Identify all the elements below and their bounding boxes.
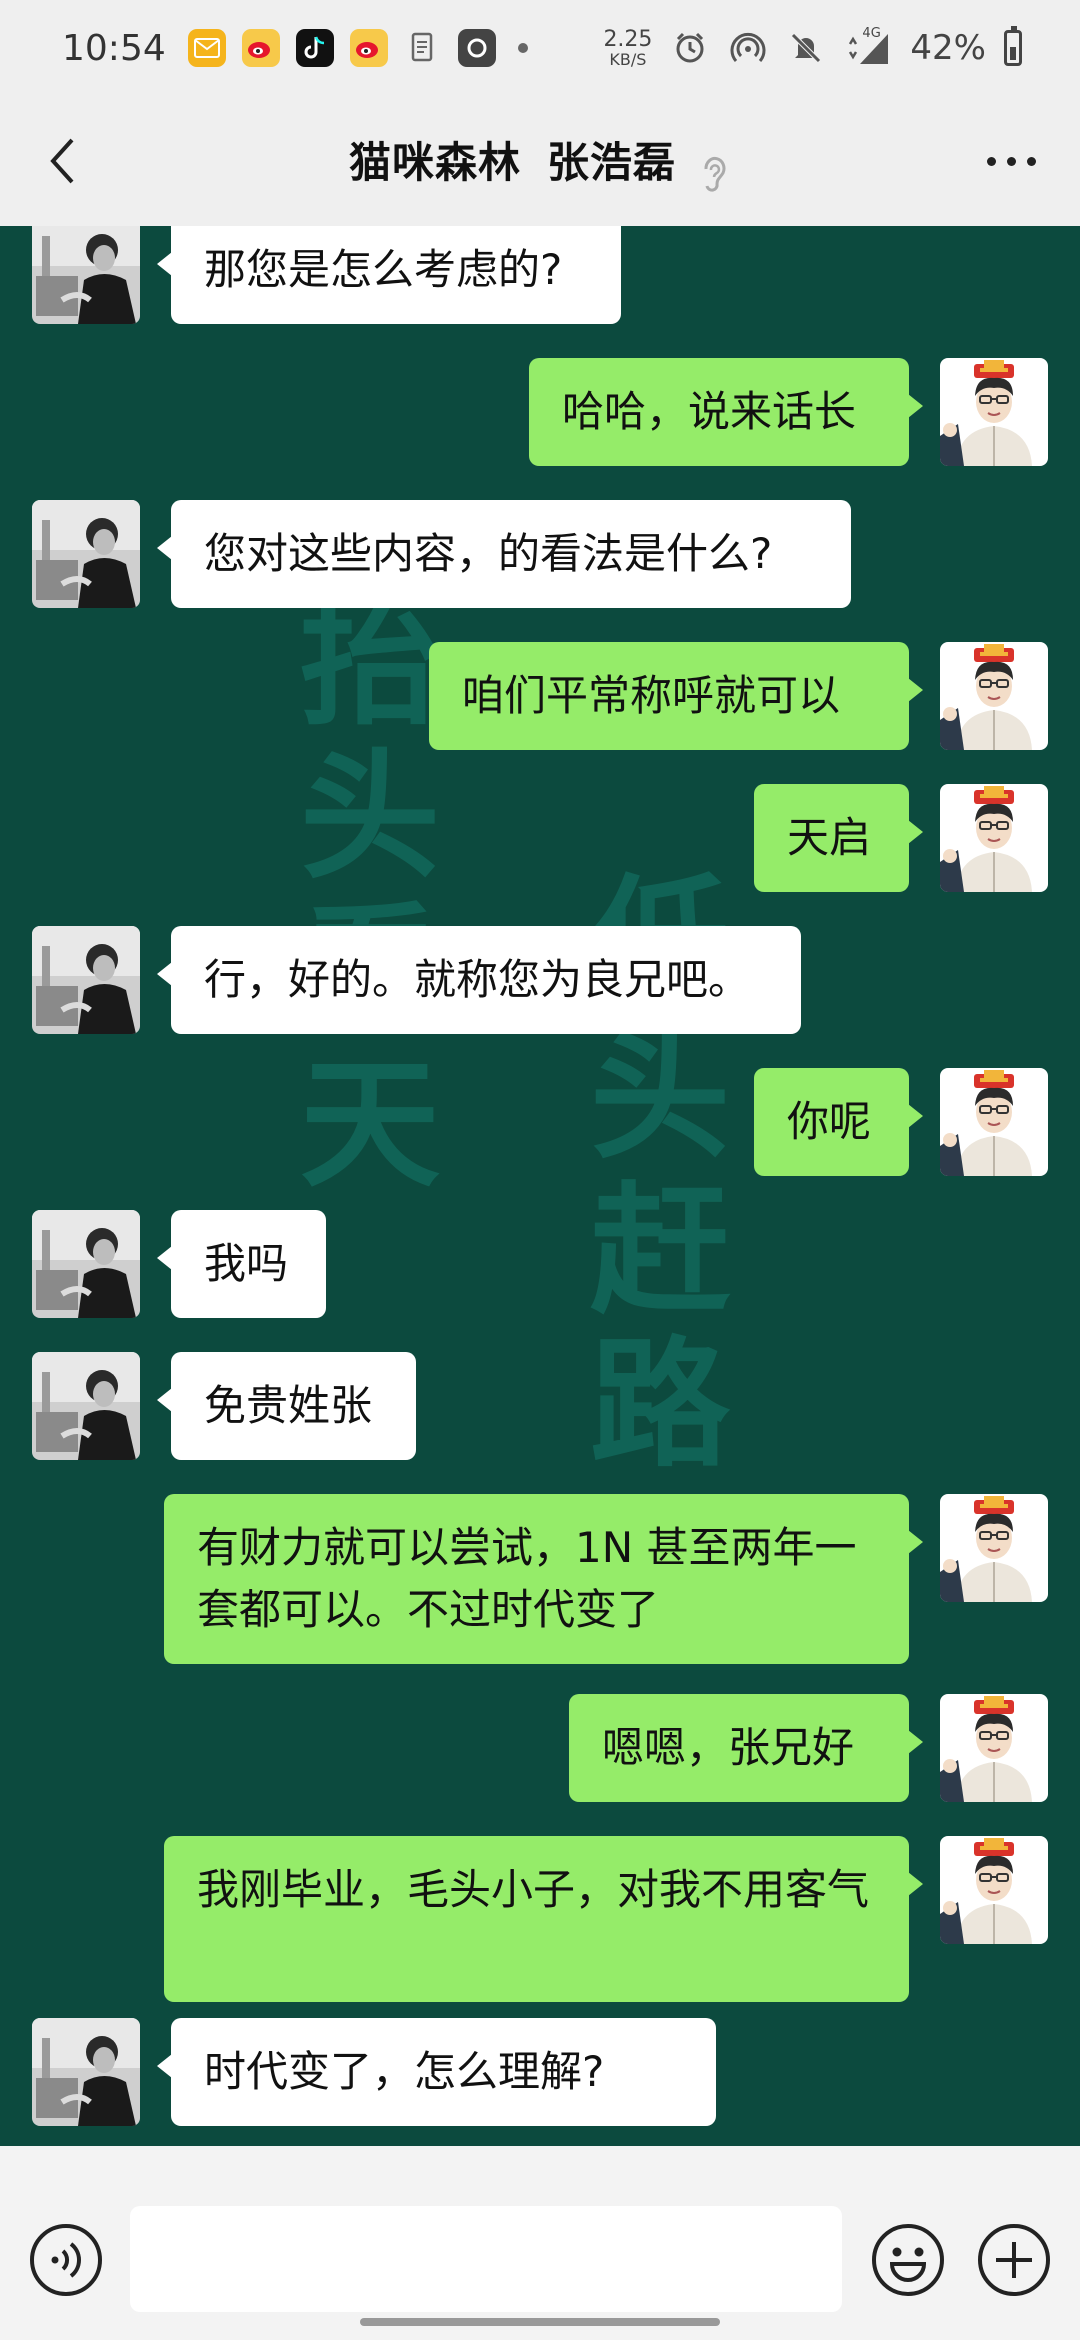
self-avatar[interactable] [940, 1068, 1048, 1176]
self-avatar[interactable] [940, 784, 1048, 892]
chat-title: 猫咪森林 张浩磊 [349, 129, 731, 193]
emoji-button[interactable] [870, 2222, 946, 2298]
message-row: 你呢 [0, 1068, 1080, 1176]
message-row: 免贵姓张 [0, 1352, 1080, 1460]
contact-avatar[interactable] [32, 226, 140, 324]
self-avatar[interactable] [940, 358, 1048, 466]
outgoing-message-bubble[interactable]: 哈哈，说来话长 [529, 358, 923, 466]
message-row: 行，好的。就称您为良兄吧。 [0, 926, 1080, 1034]
more-icon [986, 156, 996, 166]
message-row: 咱们平常称呼就可以 [0, 642, 1080, 750]
signal-icon: 4G [844, 26, 892, 68]
outgoing-message-bubble[interactable]: 有财力就可以尝试，1N 甚至两年一套都可以。不过时代变了 [164, 1494, 923, 1664]
tiktok-icon [295, 29, 334, 67]
message-row: 那您是怎么考虑的? [0, 226, 1080, 324]
contact-avatar[interactable] [32, 500, 140, 608]
weibo-icon [349, 29, 388, 67]
outgoing-message-bubble[interactable]: 嗯嗯，张兄好 [569, 1694, 923, 1802]
chat-header: 猫咪森林 张浩磊 [0, 96, 1080, 226]
incoming-message-bubble[interactable]: 我吗 [157, 1210, 326, 1318]
hotspot-icon [728, 28, 768, 68]
message-input[interactable] [130, 2206, 842, 2312]
back-button[interactable] [32, 131, 92, 191]
self-avatar[interactable] [940, 1694, 1048, 1802]
mail-icon [187, 29, 226, 67]
contact-avatar[interactable] [32, 1352, 140, 1460]
contact-name: 张浩磊 [546, 138, 676, 188]
outgoing-message-bubble[interactable]: 你呢 [754, 1068, 923, 1176]
alarm-icon [670, 28, 710, 68]
message-row: 哈哈，说来话长 [0, 358, 1080, 466]
status-time: 10:54 [62, 27, 166, 69]
message-row: 我吗 [0, 1210, 1080, 1318]
weibo-icon [241, 29, 280, 67]
voice-button[interactable] [28, 2222, 104, 2298]
self-avatar[interactable] [940, 642, 1048, 750]
net-speed: 2.25 KB/S [603, 26, 653, 69]
more-button[interactable] [976, 141, 1046, 181]
incoming-message-bubble[interactable]: 免贵姓张 [157, 1352, 416, 1460]
status-bar: 10:54 2.25 KB/S 4G 42% [0, 0, 1080, 96]
mute-icon [786, 28, 826, 68]
incoming-message-bubble[interactable]: 行，好的。就称您为良兄吧。 [157, 926, 801, 1034]
self-avatar[interactable] [940, 1836, 1048, 1944]
message-row: 嗯嗯，张兄好 [0, 1694, 1080, 1802]
contact-avatar[interactable] [32, 2018, 140, 2126]
ear-icon [704, 156, 726, 192]
plus-icon [978, 2224, 1050, 2296]
incoming-message-bubble[interactable]: 时代变了，怎么理解? [157, 2018, 716, 2126]
group-name: 猫咪森林 [348, 138, 521, 188]
message-row: 天启 [0, 784, 1080, 892]
incoming-message-bubble[interactable]: 那您是怎么考虑的? [157, 226, 621, 324]
app-icon [457, 29, 496, 67]
chat-area[interactable]: 抬头看天 低头赶路 那您是怎么考虑的? 哈哈，说来话长 [0, 226, 1080, 2146]
voice-icon [30, 2224, 102, 2296]
back-icon [50, 138, 74, 184]
outgoing-message-bubble[interactable]: 我刚毕业，毛头小子，对我不用客气 [164, 1836, 923, 2002]
plus-button[interactable] [976, 2222, 1052, 2298]
home-indicator[interactable] [360, 2318, 720, 2326]
document-icon [404, 29, 442, 67]
message-row: 我刚毕业，毛头小子，对我不用客气 [0, 1836, 1080, 2002]
message-row: 时代变了，怎么理解? [0, 2018, 1080, 2126]
contact-avatar[interactable] [32, 1210, 140, 1318]
message-row: 有财力就可以尝试，1N 甚至两年一套都可以。不过时代变了 [0, 1494, 1080, 1664]
emoji-icon [872, 2224, 944, 2296]
network-type: 4G [862, 26, 881, 41]
outgoing-message-bubble[interactable]: 天启 [754, 784, 923, 892]
battery-percent: 42% [910, 28, 986, 68]
incoming-message-bubble[interactable]: 您对这些内容，的看法是什么? [157, 500, 851, 608]
message-row: 您对这些内容，的看法是什么? [0, 500, 1080, 608]
self-avatar[interactable] [940, 1494, 1048, 1602]
battery-icon [1004, 26, 1022, 66]
dot-icon [517, 43, 528, 53]
contact-avatar[interactable] [32, 926, 140, 1034]
outgoing-message-bubble[interactable]: 咱们平常称呼就可以 [429, 642, 923, 750]
input-bar [0, 2146, 1080, 2340]
